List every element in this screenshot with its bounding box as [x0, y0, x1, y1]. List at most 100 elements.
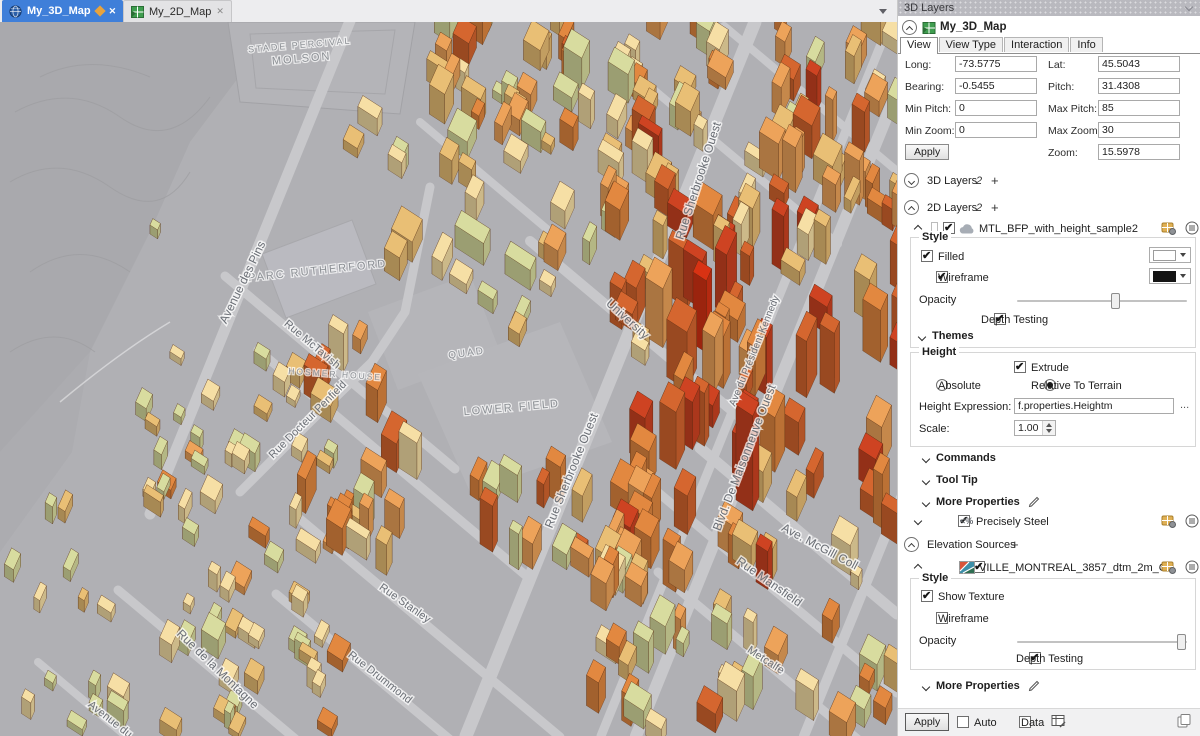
tab-view[interactable]: View [900, 37, 938, 54]
height-expression-input[interactable] [1014, 398, 1174, 414]
chevron-down-icon[interactable] [1185, 3, 1193, 11]
view-apply-button[interactable]: Apply [905, 144, 949, 160]
filled-label: Filled [938, 251, 964, 263]
map-section-title: My_3D_Map [940, 21, 1006, 33]
pitch-input[interactable] [1098, 78, 1180, 94]
opacity-label: Opacity [919, 294, 956, 306]
expression-builder-button[interactable]: ... [1180, 399, 1189, 411]
collapse-2d-layers-button[interactable] [904, 200, 919, 215]
chevron-up-icon [906, 25, 913, 32]
more-properties-chevron-icon[interactable] [922, 683, 930, 691]
layer-expand-caret[interactable] [914, 564, 922, 572]
layer-style-icon[interactable] [1161, 560, 1176, 574]
commands-chevron-icon[interactable] [922, 455, 930, 463]
tooltip-chevron-icon[interactable] [922, 477, 930, 485]
edit-pencil-icon[interactable] [1028, 496, 1040, 508]
tab-label: My_2D_Map [149, 6, 211, 18]
depth-testing-label: Depth Testing [1016, 653, 1083, 665]
commands-section[interactable]: Commands [936, 452, 996, 464]
modified-diamond-icon [94, 5, 105, 16]
long-label: Long: [905, 59, 931, 71]
wireframe-color-dropdown[interactable] [1149, 268, 1191, 284]
collapse-3d-layers-button[interactable] [904, 173, 919, 188]
long-input[interactable] [955, 56, 1037, 72]
data-label: Data [1021, 717, 1044, 729]
panel-footer: Apply Auto Data [898, 708, 1200, 736]
scale-value: 1.00 [1015, 421, 1042, 435]
group-elevation-sources-label: Elevation Sources [927, 539, 1016, 551]
layer-name: VILLE_MONTREAL_3857_dtm_2m_Cli [979, 562, 1172, 574]
opacity-slider-handle[interactable] [1111, 293, 1120, 309]
extrude-checkbox[interactable] [1014, 361, 1026, 373]
themes-chevron-icon[interactable] [918, 333, 926, 341]
fill-color-swatch [1153, 250, 1176, 261]
mtl-height-group: Height Extrude Absolute Relative To Terr… [910, 352, 1196, 447]
tab-info[interactable]: Info [1070, 37, 1102, 52]
more-properties-section[interactable]: More Properties [936, 496, 1020, 508]
min-zoom-label: Min Zoom: [905, 125, 955, 137]
tab-interaction[interactable]: Interaction [1004, 37, 1069, 52]
collapse-elevation-sources-button[interactable] [904, 537, 919, 552]
tabs-divider [898, 53, 1200, 54]
map-icon [131, 6, 144, 18]
edit-pencil-icon[interactable] [1028, 680, 1040, 692]
map-3d-viewport[interactable]: STADE PERCIVALMOLSONPARC RUTHERFORDQUADL… [0, 22, 897, 736]
layer-expand-caret[interactable] [914, 517, 922, 525]
wireframe-label: Wireframe [938, 272, 989, 284]
layers-panel: 3D Layers My_3D_Map ViewView TypeInterac… [897, 0, 1200, 736]
max-zoom-input[interactable] [1098, 122, 1180, 138]
min-zoom-input[interactable] [955, 122, 1037, 138]
tab-my-3d-map[interactable]: My_3D_Map ✕ [2, 0, 123, 22]
group-2d-layers-label: 2D Layers [927, 202, 977, 214]
fill-color-dropdown[interactable] [1149, 247, 1191, 263]
min-pitch-label: Min Pitch: [905, 103, 951, 115]
auto-checkbox[interactable] [957, 716, 969, 728]
style-legend: Style [919, 572, 951, 584]
zoom-input[interactable] [1098, 144, 1180, 160]
scale-stepper[interactable]: 1.00 [1014, 420, 1056, 436]
layer-style-icon[interactable] [1161, 221, 1176, 235]
more-properties-chevron-icon[interactable] [922, 499, 930, 507]
opacity-slider-track[interactable] [1017, 641, 1187, 643]
layer-menu-icon[interactable] [1185, 560, 1199, 574]
themes-section[interactable]: Themes [932, 330, 974, 342]
layer-style-icon[interactable] [1161, 514, 1176, 528]
apply-button[interactable]: Apply [905, 713, 949, 731]
show-texture-label: Show Texture [938, 591, 1004, 603]
layer-name: MTL_BFP_with_height_sample2 [979, 223, 1138, 235]
add-elevation-source-button[interactable]: + [1011, 537, 1019, 552]
layer-menu-icon[interactable] [1185, 514, 1199, 528]
group-3d-layers-label: 3D Layers [927, 175, 977, 187]
wireframe-color-swatch [1153, 271, 1176, 282]
mtl-style-group: Style Filled Wireframe Opacity Depth Tes… [910, 237, 1196, 348]
layer-menu-icon[interactable] [1185, 221, 1199, 235]
tab-label: My_3D_Map [27, 5, 91, 17]
data-table-icon[interactable] [1051, 714, 1066, 728]
raster-thumbnail-icon [959, 561, 975, 574]
tab-view-type[interactable]: View Type [939, 37, 1003, 52]
more-properties-section[interactable]: More Properties [936, 680, 1020, 692]
panel-title-bar[interactable]: 3D Layers [898, 0, 1200, 16]
scale-label: Scale: [919, 423, 950, 435]
tab-overflow-icon[interactable] [879, 9, 887, 14]
close-icon[interactable]: ✕ [109, 7, 117, 16]
panel-title: 3D Layers [904, 2, 954, 14]
add-2d-layer-button[interactable]: + [991, 200, 999, 215]
height-expression-label: Height Expression: [919, 401, 1011, 413]
bearing-label: Bearing: [905, 81, 944, 93]
bearing-input[interactable] [955, 78, 1037, 94]
tab-my-2d-map[interactable]: My_2D_Map ✕ [123, 0, 232, 22]
min-pitch-input[interactable] [955, 100, 1037, 116]
lat-input[interactable] [1098, 56, 1180, 72]
filled-checkbox[interactable] [921, 250, 933, 262]
max-pitch-input[interactable] [1098, 100, 1180, 116]
add-3d-layer-button[interactable]: + [991, 173, 999, 188]
collapse-map-section-button[interactable] [902, 20, 917, 35]
tooltip-section[interactable]: Tool Tip [936, 474, 978, 486]
zoom-label: Zoom: [1048, 147, 1078, 159]
opacity-slider-track[interactable] [1017, 300, 1187, 302]
close-icon[interactable]: ✕ [216, 7, 224, 16]
show-texture-checkbox[interactable] [921, 590, 933, 602]
opacity-slider-handle[interactable] [1177, 634, 1186, 650]
copy-icon[interactable] [1176, 713, 1192, 729]
